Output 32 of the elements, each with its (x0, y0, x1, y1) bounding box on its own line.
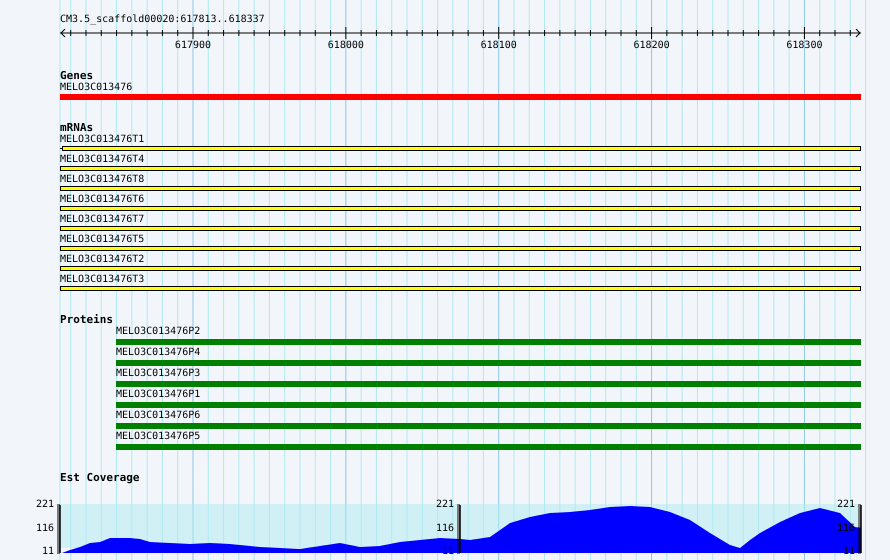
ruler-label: 618200 (634, 40, 670, 52)
ruler-label: 618100 (480, 40, 517, 52)
ruler-label: 618000 (328, 40, 364, 52)
feature-label: MELO3C013476 (60, 82, 132, 93)
feature-label: MELO3C013476T6 (60, 194, 144, 206)
axis-label: 11 (42, 547, 54, 557)
feature-label: MELO3C013476P6 (116, 410, 200, 422)
feature-label: MELO3C013476P3 (116, 368, 200, 380)
feature-label: MELO3C013476P4 (116, 347, 200, 359)
ruler-title: CM3.5_scaffold00020:617813..618337 (60, 14, 265, 26)
axis-label: 221 (436, 500, 454, 510)
feature-label: MELO3C013476T3 (60, 274, 144, 286)
feature-label: MELO3C013476T4 (60, 154, 144, 166)
feature-label: MELO3C013476P5 (116, 431, 200, 443)
axis-label: 116 (436, 524, 454, 534)
feature-label: MELO3C013476P2 (116, 326, 200, 338)
axis-label: 116 (836, 524, 855, 534)
feature-label: MELO3C013476T2 (60, 254, 144, 266)
track-title: Proteins (60, 314, 113, 326)
ruler-label: 618300 (786, 40, 822, 52)
ruler-label: 617900 (174, 40, 212, 52)
axis-label: 116 (36, 524, 54, 534)
track-title: Est Coverage (60, 472, 140, 484)
feature-label: MELO3C013476T1 (60, 134, 144, 146)
axis-label: 221 (36, 500, 54, 510)
track-title: mRNAs (60, 122, 94, 134)
feature-label: MELO3C013476T8 (60, 174, 144, 186)
track-title: Genes (60, 70, 94, 82)
feature-label: MELO3C013476T7 (60, 214, 144, 226)
feature-label: MELO3C013476P1 (116, 389, 200, 401)
feature-label: MELO3C013476T5 (60, 234, 144, 246)
axis-label: 221 (836, 500, 855, 510)
